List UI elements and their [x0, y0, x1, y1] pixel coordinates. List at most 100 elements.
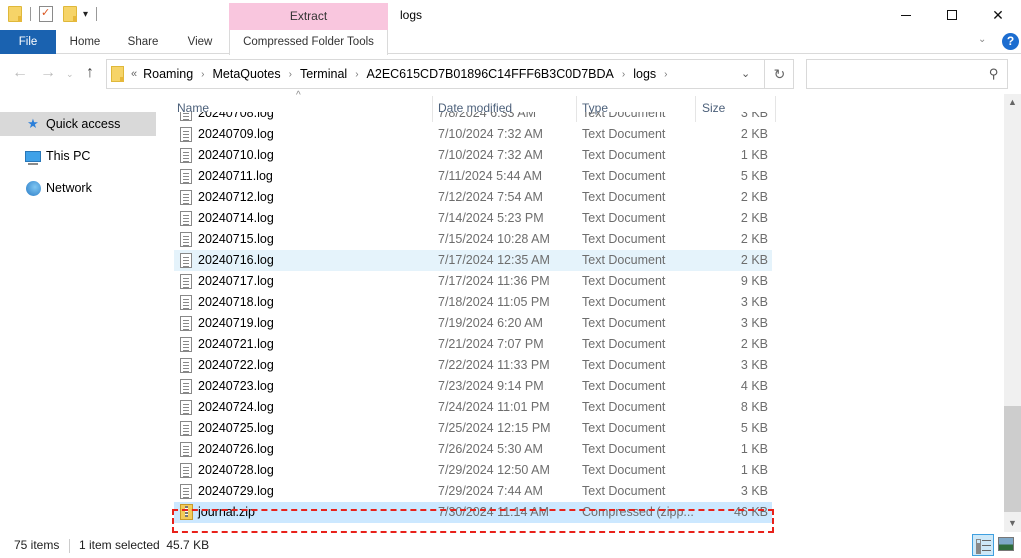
file-type: Compressed (zipp... — [582, 505, 694, 519]
file-list: 20240708.log 7/8/2024 6:33 AM Text Documen… — [170, 112, 780, 532]
file-row[interactable]: 20240726.log 7/26/2024 5:30 AM Text Docume… — [174, 439, 772, 460]
file-date-modified: 7/14/2024 5:23 PM — [438, 211, 544, 225]
file-row[interactable]: 20240729.log 7/29/2024 7:44 AM Text Docume… — [174, 481, 772, 502]
refresh-button[interactable]: ↻ — [764, 60, 794, 88]
file-row[interactable]: 20240724.log 7/24/2024 11:01 PM Text Docum… — [174, 397, 772, 418]
forward-button[interactable]: → — [40, 64, 56, 82]
file-row[interactable]: 20240708.log 7/8/2024 6:33 AM Text Documen… — [174, 112, 772, 124]
breadcrumb-metaquotes[interactable]: MetaQuotes — [213, 67, 281, 81]
tab-file[interactable]: File — [0, 30, 56, 54]
search-input[interactable] — [811, 61, 981, 87]
breadcrumb-separator[interactable]: › — [355, 69, 358, 80]
file-row[interactable]: 20240715.log 7/15/2024 10:28 AM Text Docum… — [174, 229, 772, 250]
expand-ribbon-icon[interactable]: ⌄ — [978, 34, 986, 45]
file-type: Text Document — [582, 211, 666, 225]
sidebar-item-network[interactable]: Network — [0, 176, 156, 200]
minimize-button[interactable] — [883, 0, 929, 30]
scroll-down-button[interactable]: ▼ — [1004, 515, 1021, 532]
file-type: Text Document — [582, 190, 666, 204]
file-type: Text Document — [582, 232, 666, 246]
tab-compressed-folder-tools[interactable]: Compressed Folder Tools — [229, 30, 388, 55]
file-name: 20240709.log — [198, 127, 274, 141]
file-size: 5 KB — [740, 169, 768, 183]
details-view-button[interactable] — [972, 534, 994, 556]
file-row[interactable]: 20240718.log 7/18/2024 11:05 PM Text Docum… — [174, 292, 772, 313]
text-file-icon — [180, 358, 192, 373]
file-row[interactable]: 20240722.log 7/22/2024 11:33 PM Text Docum… — [174, 355, 772, 376]
file-row[interactable]: 20240709.log 7/10/2024 7:32 AM Text Docume… — [174, 124, 772, 145]
text-file-icon — [180, 211, 192, 226]
file-size: 46 KB — [733, 505, 768, 519]
sidebar-item-this-pc[interactable]: This PC — [0, 144, 156, 168]
file-row[interactable]: 20240712.log 7/12/2024 7:54 AM Text Docume… — [174, 187, 772, 208]
folder-icon[interactable] — [8, 6, 22, 22]
extract-context-tab[interactable]: Extract — [229, 3, 388, 30]
search-box[interactable]: ⚲ — [806, 59, 1008, 89]
text-file-icon — [180, 463, 192, 478]
close-button[interactable]: ✕ — [975, 0, 1021, 30]
breadcrumb-separator[interactable]: › — [289, 69, 292, 80]
text-file-icon — [180, 400, 192, 415]
up-button[interactable]: ↑ — [86, 64, 94, 82]
vertical-scrollbar[interactable]: ▲ ▼ — [1004, 94, 1021, 532]
navigation-bar: ← → ⌄ ↑ « Roaming › MetaQuotes › Termina… — [0, 55, 1021, 93]
breadcrumb-terminal[interactable]: Terminal — [300, 67, 347, 81]
file-row[interactable]: 20240728.log 7/29/2024 12:50 AM Text Docum… — [174, 460, 772, 481]
file-date-modified: 7/23/2024 9:14 PM — [438, 379, 544, 393]
file-name: journal.zip — [198, 505, 255, 519]
file-row[interactable]: 20240725.log 7/25/2024 12:15 PM Text Docum… — [174, 418, 772, 439]
file-row[interactable]: 20240719.log 7/19/2024 6:20 AM Text Docume… — [174, 313, 772, 334]
status-bar: 75 items 1 item selected 45.7 KB — [0, 533, 1021, 558]
file-name: 20240714.log — [198, 211, 274, 225]
file-type: Text Document — [582, 274, 666, 288]
tab-share[interactable]: Share — [118, 30, 168, 54]
file-row[interactable]: 20240710.log 7/10/2024 7:32 AM Text Docume… — [174, 145, 772, 166]
address-dropdown-icon[interactable]: ⌄ — [741, 67, 750, 80]
sidebar-item-quick-access[interactable]: ★ Quick access — [0, 112, 156, 136]
address-bar[interactable]: « Roaming › MetaQuotes › Terminal › A2EC… — [106, 59, 794, 89]
file-row-zip[interactable]: journal.zip 7/30/2024 11:14 AM Compressed … — [174, 502, 772, 523]
search-icon[interactable]: ⚲ — [989, 66, 999, 82]
large-icons-view-button[interactable] — [998, 537, 1014, 551]
help-icon[interactable]: ? — [1002, 33, 1019, 50]
file-date-modified: 7/29/2024 7:44 AM — [438, 484, 543, 498]
properties-icon[interactable] — [39, 6, 53, 22]
file-row[interactable]: 20240716.log 7/17/2024 12:35 AM Text Docum… — [174, 250, 772, 271]
file-row[interactable]: 20240711.log 7/11/2024 5:44 AM Text Docume… — [174, 166, 772, 187]
file-date-modified: 7/21/2024 7:07 PM — [438, 337, 544, 351]
folder-icon — [111, 66, 124, 82]
breadcrumb-roaming[interactable]: Roaming — [143, 67, 193, 81]
recent-locations-button[interactable]: ⌄ — [66, 69, 74, 80]
file-date-modified: 7/12/2024 7:54 AM — [438, 190, 543, 204]
file-row[interactable]: 20240717.log 7/17/2024 11:36 PM Text Docum… — [174, 271, 772, 292]
customize-toolbar-icon[interactable]: ▾ — [83, 9, 88, 20]
breadcrumb-logs[interactable]: logs — [633, 67, 656, 81]
breadcrumb-separator[interactable]: › — [664, 69, 667, 80]
breadcrumb-overflow[interactable]: « — [131, 68, 137, 80]
file-date-modified: 7/17/2024 12:35 AM — [438, 253, 550, 267]
breadcrumb-separator[interactable]: › — [622, 69, 625, 80]
file-name: 20240724.log — [198, 400, 274, 414]
scroll-up-button[interactable]: ▲ — [1004, 94, 1021, 111]
file-size: 1 KB — [740, 442, 768, 456]
close-icon: ✕ — [992, 6, 1004, 23]
breadcrumb-terminal-id[interactable]: A2EC615CD7B01896C14FFF6B3C0D7BDA — [367, 67, 614, 81]
file-row[interactable]: 20240723.log 7/23/2024 9:14 PM Text Docume… — [174, 376, 772, 397]
back-button[interactable]: ← — [12, 64, 28, 82]
file-date-modified: 7/19/2024 6:20 AM — [438, 316, 543, 330]
zip-folder-icon — [180, 504, 193, 520]
tab-home[interactable]: Home — [60, 30, 110, 54]
file-row[interactable]: 20240714.log 7/14/2024 5:23 PM Text Docume… — [174, 208, 772, 229]
maximize-button[interactable] — [929, 0, 975, 30]
file-size: 2 KB — [740, 337, 768, 351]
file-row[interactable]: 20240721.log 7/21/2024 7:07 PM Text Docume… — [174, 334, 772, 355]
scroll-thumb[interactable] — [1004, 406, 1021, 512]
tab-view[interactable]: View — [176, 30, 224, 54]
maximize-icon — [947, 10, 957, 20]
file-type: Text Document — [582, 400, 666, 414]
new-folder-icon[interactable] — [63, 6, 77, 22]
file-size: 1 KB — [740, 463, 768, 477]
file-name: 20240712.log — [198, 190, 274, 204]
file-name: 20240719.log — [198, 316, 274, 330]
breadcrumb-separator[interactable]: › — [201, 69, 204, 80]
